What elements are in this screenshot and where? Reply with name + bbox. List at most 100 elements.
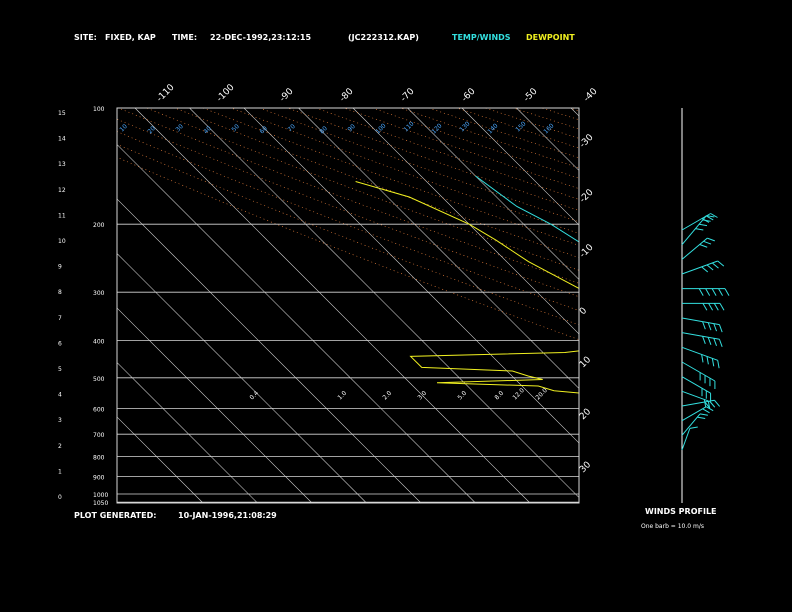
theta-label: 20 [146,125,156,135]
theta-label: 100 [374,122,387,135]
height-tick-label: 6 [58,340,62,347]
wind-barb-flag [702,303,708,311]
pressure-tick-label: 300 [93,290,105,297]
isotherm-line [117,253,367,503]
pressure-tick-label: 500 [93,376,105,383]
dry-adiabat [117,156,579,340]
wind-barb-flag [699,223,708,227]
pressure-tick-label: 700 [93,432,105,439]
isotherm-right-label: -30 [578,132,596,150]
dry-adiabat [569,108,579,112]
mixing-ratio-label: 2.0 [381,390,393,402]
isotherm-line [407,108,579,280]
wind-barb [681,428,691,451]
wind-barb-flag [707,337,712,345]
wind-barb-flag [718,288,723,296]
isotherm-line [735,108,792,503]
wind-barb-flag [705,288,711,296]
isotherm-line [189,108,579,498]
wind-barb-flag [689,426,698,429]
wind-barb-flag [699,244,708,248]
height-tick-label: 14 [58,136,66,143]
height-tick-label: 12 [58,187,66,194]
wind-barb-flag [708,303,714,311]
isotherm-line [626,108,792,503]
height-tick-label: 4 [58,392,62,399]
theta-label: 160 [542,122,555,135]
theta-label: 120 [430,122,443,135]
isotherm-line [680,108,792,503]
wind-barb-flag [707,322,712,331]
wind-barb-flag [711,288,717,296]
wind-barb-flag [724,288,730,296]
wind-barb-flag [714,399,721,407]
pressure-tick-label: 200 [93,222,105,229]
isotherm-right-label: 10 [578,355,593,370]
mixing-ratio-label: 12.0 [511,387,526,402]
isotherm-top-label: -60 [460,86,478,104]
dewpoint-profile [355,181,579,394]
isotherm-top-label: -50 [522,86,540,104]
theta-label: 150 [514,120,527,133]
wind-barb-flag [711,358,715,367]
legend-dewpoint: DEWPOINT [526,33,575,42]
mixing-ratio-label: 8.0 [493,390,505,402]
theta-label: 40 [202,125,212,135]
diagram-grid [117,108,792,503]
axis-labels: 1002003004005006007008009001000105001234… [58,82,600,507]
site-value: FIXED, KAP [105,33,156,42]
time-value: 22-DEC-1992,23:12:15 [210,33,311,42]
dry-adiabat [400,108,579,169]
pressure-tick-label: 100 [93,106,105,113]
dry-adiabat [118,108,579,284]
dry-adiabat [456,108,579,149]
theta-label: 90 [346,123,356,133]
wind-barb-flag [713,338,718,346]
wind-barb-flag [719,303,725,311]
wind-barb-flag [717,360,720,369]
isotherm-line [117,416,204,503]
dry-adiabat [344,108,579,189]
theta-label: 80 [318,125,328,135]
height-tick-label: 9 [58,264,62,271]
wind-barb-flag [698,288,704,296]
pressure-tick-label: 800 [93,455,105,462]
wind-barb-flag [707,237,715,242]
isotherm-right-label: -20 [578,187,596,205]
isotherm-line [461,108,579,226]
wind-barb-flag [706,356,709,365]
theta-label: 70 [286,123,296,133]
dry-adiabat [174,108,579,258]
wind-barb-flag [703,240,712,245]
height-tick-label: 5 [58,366,62,373]
height-tick-label: 3 [58,417,62,424]
isotherm-line [117,362,258,503]
wind-barb-flag [699,413,708,416]
isotherm-right-label: -10 [578,242,596,260]
isotherm-line [134,108,531,503]
header-bar: SITE: FIXED, KAP TIME: 22-DEC-1992,23:12… [74,33,575,42]
mixing-ratio-label: 1.0 [336,390,348,402]
isotherm-top-label: -70 [399,86,417,104]
dry-adiabat [146,108,579,271]
theta-label: 140 [486,122,499,135]
dry-adiabat [654,108,792,502]
theta-label: 130 [458,120,471,133]
wind-barb-flag [702,321,706,330]
isotherm-top-label: -80 [338,86,356,104]
isotherm-line [516,108,579,171]
wind-barb [681,237,708,260]
wind-barb-flag [701,354,704,363]
height-tick-label: 7 [58,315,62,322]
isotherm-right-label: 0 [578,306,589,317]
height-tick-label: 1 [58,468,62,475]
height-tick-label: 8 [58,289,62,296]
wind-barb-flag [709,400,716,408]
wind-barb-flag [712,262,719,269]
isotherm-line [117,144,476,503]
isotherm-top-label: -110 [155,82,177,104]
wind-barb-flag [702,408,710,414]
legend-temp: TEMP/WINDS [452,33,511,42]
winds-profile-panel [681,108,730,503]
dry-adiabat [372,108,579,179]
